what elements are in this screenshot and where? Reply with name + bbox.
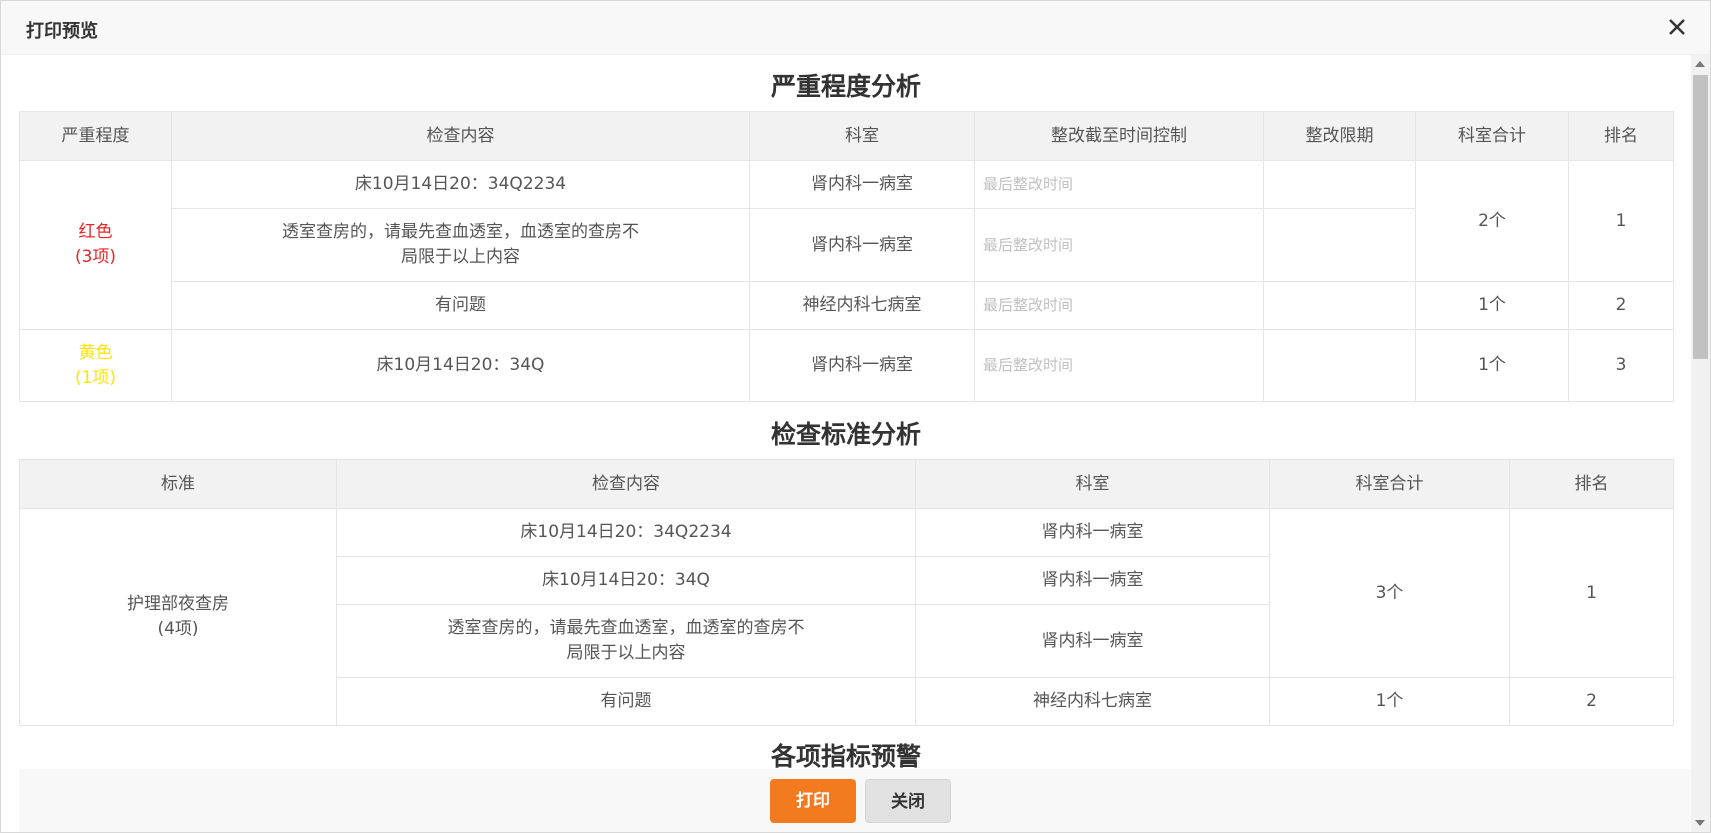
scroll-thumb[interactable]	[1693, 75, 1708, 359]
severity-table: 严重程度 检查内容 科室 整改截至时间控制 整改限期 科室合计 排名 红色 (3…	[19, 111, 1674, 402]
rank-cell: 1	[1509, 508, 1674, 678]
rank-cell: 2	[1568, 281, 1674, 330]
limit-cell	[1263, 208, 1416, 282]
dialog-title: 打印预览	[26, 21, 98, 42]
department-total-cell: 3个	[1269, 508, 1510, 678]
column-header: 整改限期	[1263, 111, 1416, 161]
dialog-footer: 打印 关闭	[19, 769, 1691, 832]
print-preview-dialog: 打印预览 严重程度分析 严重程度 检查内容 科室 整改截至时间控制 整改限期 科…	[0, 0, 1711, 833]
rank-cell: 1	[1568, 160, 1674, 282]
standard-section-title: 检查标准分析	[770, 420, 921, 449]
deadline-placeholder[interactable]: 最后整改时间	[974, 329, 1264, 402]
standard-table: 标准 检查内容 科室 科室合计 排名 护理部夜查房 (4项) 床10月14日20…	[19, 459, 1674, 726]
severity-group-yellow: 黄色 (1项)	[19, 329, 172, 402]
table-row: 红色 (3项) 床10月14日20：34Q2234 肾内科一病室 最后整改时间 …	[19, 160, 1674, 330]
check-content-cell: 床10月14日20：34Q	[171, 329, 750, 402]
preview-content: 严重程度分析 严重程度 检查内容 科室 整改截至时间控制 整改限期 科室合计 排…	[1, 55, 1691, 769]
table-row: 有问题 神经内科七病室 最后整改时间 1个 2	[20, 281, 1674, 330]
check-content-cell: 透室查房的，请最先查血透室，血透室的查房不局限于以上内容	[171, 208, 750, 282]
check-content-cell: 床10月14日20：34Q2234	[336, 508, 916, 557]
limit-cell	[1263, 160, 1416, 209]
column-header: 严重程度	[19, 111, 172, 161]
standard-group-cell: 护理部夜查房 (4项)	[19, 508, 337, 726]
department-cell: 肾内科一病室	[915, 604, 1270, 678]
table-header-row: 严重程度 检查内容 科室 整改截至时间控制 整改限期 科室合计 排名	[19, 111, 1674, 161]
close-icon[interactable]	[1664, 14, 1690, 40]
department-cell: 肾内科一病室	[749, 160, 975, 209]
deadline-placeholder[interactable]: 最后整改时间	[974, 281, 1264, 330]
column-header: 检查内容	[171, 111, 750, 161]
print-button[interactable]: 打印	[770, 779, 856, 823]
limit-cell	[1263, 329, 1416, 402]
column-header: 标准	[19, 459, 337, 509]
table-row: 黄色 (1项) 床10月14日20：34Q 肾内科一病室 最后整改时间 1个 3	[19, 329, 1674, 402]
table-header-row: 标准 检查内容 科室 科室合计 排名	[19, 459, 1674, 509]
rank-cell: 2	[1509, 677, 1674, 726]
deadline-placeholder[interactable]: 最后整改时间	[974, 160, 1264, 209]
department-cell: 肾内科一病室	[749, 329, 975, 402]
check-content-cell: 床10月14日20：34Q	[336, 556, 916, 605]
department-cell: 神经内科七病室	[915, 677, 1270, 726]
check-content-cell: 有问题	[336, 677, 916, 726]
severity-section-title: 严重程度分析	[770, 72, 921, 101]
department-total-cell: 1个	[1415, 281, 1569, 330]
department-cell: 肾内科一病室	[915, 556, 1270, 605]
column-header: 检查内容	[336, 459, 916, 509]
check-content-cell: 床10月14日20：34Q2234	[171, 160, 750, 209]
column-header: 科室合计	[1269, 459, 1510, 509]
check-content-cell: 透室查房的，请最先查血透室，血透室的查房不局限于以上内容	[336, 604, 916, 678]
severity-group-red: 红色 (3项)	[19, 160, 172, 330]
column-header: 科室合计	[1415, 111, 1569, 161]
limit-cell	[1263, 281, 1416, 330]
check-content-cell: 有问题	[171, 281, 750, 330]
scroll-down-icon[interactable]	[1695, 820, 1705, 826]
rank-cell: 3	[1568, 329, 1674, 402]
column-header: 整改截至时间控制	[974, 111, 1264, 161]
department-cell: 肾内科一病室	[749, 208, 975, 282]
warning-section-title: 各项指标预警	[770, 742, 921, 769]
vertical-scrollbar[interactable]	[1691, 55, 1710, 832]
close-button[interactable]: 关闭	[865, 779, 951, 823]
department-total-cell: 1个	[1415, 329, 1569, 402]
deadline-placeholder[interactable]: 最后整改时间	[974, 208, 1264, 282]
column-header: 科室	[915, 459, 1270, 509]
department-total-cell: 1个	[1269, 677, 1510, 726]
scroll-up-icon[interactable]	[1695, 61, 1705, 67]
department-cell: 神经内科七病室	[749, 281, 975, 330]
table-row: 护理部夜查房 (4项) 床10月14日20：34Q2234 肾内科一病室 3个 …	[19, 508, 1674, 726]
column-header: 排名	[1568, 111, 1674, 161]
column-header: 科室	[749, 111, 975, 161]
column-header: 排名	[1509, 459, 1674, 509]
department-total-cell: 2个	[1415, 160, 1569, 282]
dialog-header: 打印预览	[1, 1, 1710, 55]
department-cell: 肾内科一病室	[915, 508, 1270, 557]
